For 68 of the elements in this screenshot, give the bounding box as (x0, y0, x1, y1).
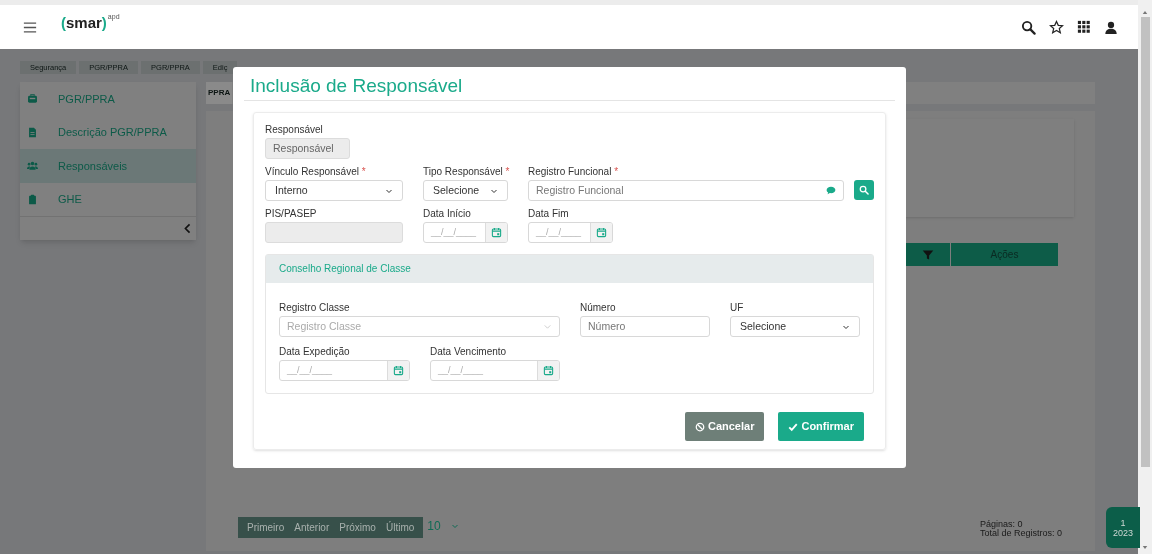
date-badge[interactable]: 1 2023 (1106, 507, 1140, 548)
star-icon[interactable] (1049, 19, 1064, 35)
chevron-left-icon[interactable] (184, 223, 191, 234)
field-label: Tipo Responsável * (423, 165, 508, 179)
page-count: Páginas: 0 (979, 520, 1023, 529)
calendar-icon (543, 365, 554, 376)
calendar-button[interactable] (590, 223, 612, 242)
users-icon (27, 160, 38, 172)
scroll-thumb[interactable] (1140, 17, 1150, 467)
field-label: PIS/PASEP (265, 207, 318, 221)
clipboard-icon (27, 193, 38, 205)
combo-field[interactable]: Registro Classe (279, 316, 560, 337)
calendar-icon (596, 227, 607, 238)
chevron-down-icon (450, 522, 459, 530)
check-icon (788, 421, 799, 432)
date-field[interactable]: __/__/____ (279, 360, 410, 381)
field-label: Responsável (265, 123, 324, 137)
sidebar-item[interactable]: PGR/PPRA (20, 82, 196, 116)
field-label: Data Vencimento (430, 345, 508, 359)
field-label: Vínculo Responsável * (265, 165, 367, 179)
chevron-down-icon (543, 322, 552, 331)
search-icon (859, 185, 869, 195)
apps-grid-icon[interactable] (1077, 20, 1091, 34)
ban-icon (694, 421, 705, 432)
scroll-up-icon[interactable] (1142, 10, 1148, 15)
search-icon[interactable] (1021, 19, 1036, 35)
pagination-button[interactable]: Anterior (289, 520, 335, 535)
calendar-button[interactable] (485, 223, 507, 242)
section-header: Conselho Regional de Classe (266, 255, 873, 283)
dialog-title: Inclusão de Responsável (244, 67, 895, 101)
sidebar-item[interactable]: GHE (20, 182, 196, 216)
select-field[interactable]: Interno (265, 180, 403, 201)
briefcase-icon (27, 93, 38, 105)
calendar-icon (491, 227, 502, 238)
confirm-button[interactable]: Confirmar (778, 412, 864, 441)
menu-icon[interactable] (23, 21, 37, 33)
cancel-button[interactable]: Cancelar (684, 412, 765, 441)
scrollbar[interactable] (1138, 0, 1152, 554)
pagination-button[interactable]: Primeiro (242, 520, 290, 535)
calendar-icon (393, 365, 404, 376)
date-field[interactable]: __/__/____ (430, 360, 560, 381)
field-label: Número (580, 301, 617, 315)
date-field[interactable]: __/__/____ (528, 222, 613, 243)
column-header[interactable] (906, 243, 950, 266)
field-label: UF (730, 301, 745, 315)
document-icon (27, 126, 38, 138)
input-field[interactable]: Registro Funcional (528, 180, 844, 201)
speech-bubble-icon (826, 186, 836, 195)
field-label: Data Início (423, 207, 472, 221)
tab[interactable]: PPRA (206, 82, 233, 104)
pagination-button[interactable]: Próximo (334, 520, 381, 535)
record-count: Total de Registros: 0 (979, 529, 1062, 538)
date-field[interactable]: __/__/____ (423, 222, 508, 243)
calendar-button[interactable] (387, 361, 409, 380)
calendar-button[interactable] (537, 361, 559, 380)
search-button[interactable] (854, 180, 874, 200)
user-icon[interactable] (1104, 19, 1118, 35)
sidebar-item[interactable]: Descrição PGR/PPRA (20, 115, 196, 149)
select-field[interactable]: Selecione (730, 316, 860, 337)
field-label: Registro Funcional * (528, 165, 620, 179)
select-field[interactable]: Selecione (423, 180, 508, 201)
scroll-down-icon[interactable] (1142, 545, 1148, 550)
field-label: Registro Classe (279, 301, 351, 315)
pagination-button[interactable]: Último (380, 520, 420, 535)
input-field[interactable]: Número (580, 316, 710, 337)
field-label: Data Expedição (279, 345, 351, 359)
filter-icon (922, 248, 934, 261)
field-label: Data Fim (528, 207, 570, 221)
